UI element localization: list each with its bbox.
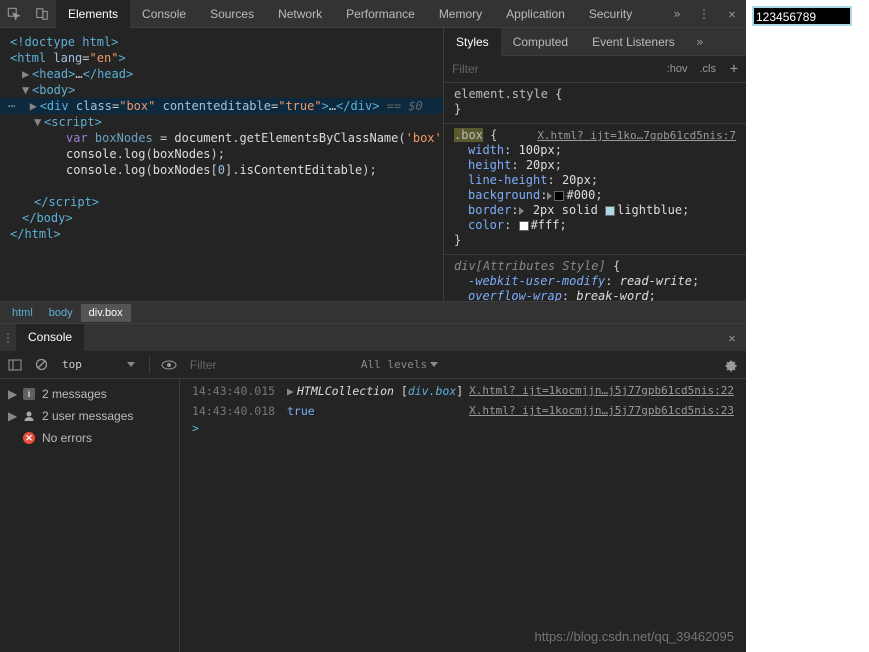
device-toggle-icon[interactable] xyxy=(28,0,56,28)
expand-icon[interactable]: ▼ xyxy=(34,114,44,130)
drawer-tab-console[interactable]: Console xyxy=(16,324,84,351)
selected-node[interactable]: ⋯ ▶<div class="box" contenteditable="tru… xyxy=(0,98,443,114)
sidebar-user-messages[interactable]: ▶2 user messages xyxy=(0,405,179,427)
expand-icon[interactable]: ▼ xyxy=(22,82,32,98)
tab-elements[interactable]: Elements xyxy=(56,0,130,28)
expand-icon[interactable]: ▶ xyxy=(287,382,297,400)
styles-tab-computed[interactable]: Computed xyxy=(501,28,580,56)
log-levels-selector[interactable]: All levels xyxy=(355,358,444,371)
shorthand-expand-icon[interactable] xyxy=(547,192,552,200)
tab-sources[interactable]: Sources xyxy=(198,0,266,28)
expand-icon[interactable]: ▶ xyxy=(22,66,32,82)
cls-button[interactable]: .cls xyxy=(694,63,723,75)
styles-list[interactable]: element.style { } .box {X.html? ijt=1ko…… xyxy=(444,83,746,301)
context-selector[interactable]: top xyxy=(56,358,141,371)
tab-console[interactable]: Console xyxy=(130,0,198,28)
sidebar-messages[interactable]: ▶i2 messages xyxy=(0,383,179,405)
devtools-window: Elements Console Sources Network Perform… xyxy=(0,0,746,652)
console-toolbar: top All levels xyxy=(0,351,746,379)
page-preview: 123456789 xyxy=(746,0,869,652)
hov-button[interactable]: :hov xyxy=(661,63,694,75)
sidebar-toggle-icon[interactable] xyxy=(4,354,26,376)
styles-pane: Styles Computed Event Listeners » :hov .… xyxy=(443,28,746,301)
color-swatch-icon[interactable] xyxy=(554,191,564,201)
crumb-body[interactable]: body xyxy=(41,304,81,322)
console-filter-input[interactable] xyxy=(184,358,351,372)
drag-handle-icon[interactable]: ⋮ xyxy=(0,331,16,345)
drawer-close-icon[interactable]: ✕ xyxy=(718,331,746,345)
sidebar-errors[interactable]: ✕No errors xyxy=(0,427,179,449)
console-sidebar: ▶i2 messages ▶2 user messages ✕No errors xyxy=(0,379,180,652)
inspect-icon[interactable] xyxy=(0,0,28,28)
main-toolbar: Elements Console Sources Network Perform… xyxy=(0,0,746,28)
tab-performance[interactable]: Performance xyxy=(334,0,427,28)
styles-tab-styles[interactable]: Styles xyxy=(444,28,501,56)
console-messages[interactable]: 14:43:40.015 ▶ HTMLCollection [div.box] … xyxy=(180,379,746,652)
tab-application[interactable]: Application xyxy=(494,0,577,28)
console-prompt[interactable]: > xyxy=(180,421,746,435)
tab-network[interactable]: Network xyxy=(266,0,334,28)
more-tabs-icon[interactable]: » xyxy=(687,35,713,49)
tab-security[interactable]: Security xyxy=(577,0,644,28)
new-rule-button[interactable]: + xyxy=(722,61,746,77)
dollar-zero: == $0 xyxy=(379,99,422,113)
live-expression-icon[interactable] xyxy=(158,354,180,376)
crumb-html[interactable]: html xyxy=(4,304,41,322)
watermark: https://blog.csdn.net/qq_39462095 xyxy=(535,629,735,644)
menu-icon[interactable]: ⋮ xyxy=(690,7,718,21)
dom-tree[interactable]: <!doctype html> <html lang="en"> ▶<head>… xyxy=(0,28,443,301)
crumb-divbox[interactable]: div.box xyxy=(81,304,131,322)
drawer-header: ⋮ Console ✕ xyxy=(0,323,746,351)
doctype: <!doctype html> xyxy=(10,35,118,49)
close-icon[interactable]: ✕ xyxy=(718,7,746,21)
console-message[interactable]: 14:43:40.018 true X.html? ijt=1kocmjjn…j… xyxy=(180,401,746,421)
more-tabs-icon[interactable]: » xyxy=(664,7,690,21)
color-swatch-icon[interactable] xyxy=(519,221,529,231)
source-link[interactable]: X.html? ijt=1ko…7gpb61cd5nis:7 xyxy=(537,128,736,143)
styles-tab-listeners[interactable]: Event Listeners xyxy=(580,28,687,56)
chevron-down-icon xyxy=(430,362,438,367)
chevron-down-icon xyxy=(127,362,135,367)
source-link[interactable]: X.html? ijt=1kocmjjn…j5j77gpb61cd5nis:23 xyxy=(469,402,734,420)
color-swatch-icon[interactable] xyxy=(605,206,615,216)
console-message[interactable]: 14:43:40.015 ▶ HTMLCollection [div.box] … xyxy=(180,381,746,401)
breadcrumb: html body div.box xyxy=(0,301,746,323)
source-link[interactable]: X.html? ijt=1kocmjjn…j5j77gpb61cd5nis:22 xyxy=(469,382,734,400)
editable-box[interactable]: 123456789 xyxy=(752,6,852,26)
tab-memory[interactable]: Memory xyxy=(427,0,494,28)
shorthand-expand-icon[interactable] xyxy=(519,207,524,215)
clear-console-icon[interactable] xyxy=(30,354,52,376)
styles-filter-input[interactable] xyxy=(444,62,661,76)
gear-icon[interactable] xyxy=(718,353,742,377)
